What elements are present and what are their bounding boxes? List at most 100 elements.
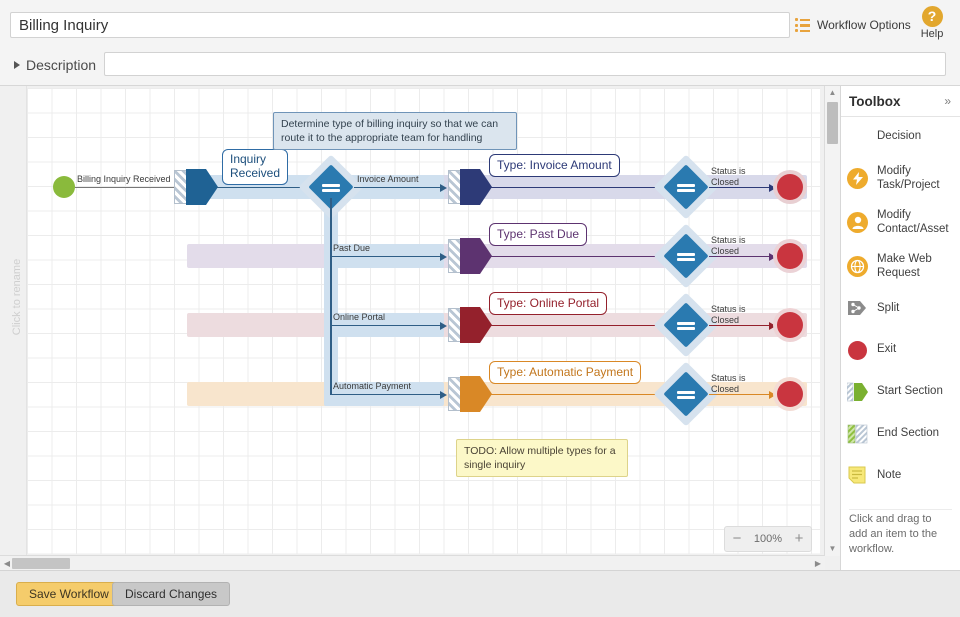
start-section-callout[interactable]: Inquiry Received [222,149,288,185]
footer-bar: Save Workflow Discard Changes [0,570,960,617]
note-icon [847,465,869,487]
exit-decision-3[interactable] [663,302,709,348]
description-toggle[interactable]: Description [14,57,96,73]
branch-connector-4 [330,394,442,396]
toolbox-divider [849,509,952,510]
exit-decision-2[interactable] [663,233,709,279]
branch-connector-2 [330,256,442,258]
toolbox-item-label: Make WebRequest [877,253,932,281]
workflow-editor-app: Workflow Options ? Help Description Clic… [0,0,960,617]
branch-arrowhead-3 [440,322,447,330]
toolbox-hint: Click and drag to add an item to the wor… [841,512,960,557]
branch-arrowhead-4 [440,391,447,399]
canvas-vertical-scrollbar[interactable]: ▲ ▼ [824,86,840,556]
toolbox-item-split[interactable]: Split [841,289,960,329]
toolbox-item-note[interactable]: Note [841,455,960,497]
exit-dot-3 [777,312,803,338]
branch-label-4: Automatic Payment [333,381,411,391]
exit-cond-l2: Closed [711,315,746,326]
discard-changes-button[interactable]: Discard Changes [112,582,230,606]
canvas-grid[interactable]: Billing Inquiry Received Inquiry Receive… [27,88,820,554]
start-section-pennant[interactable] [186,169,218,205]
split-icon [847,298,869,320]
section-pennant-2[interactable] [460,238,492,274]
branch-arrowhead-2 [440,253,447,261]
toolbox-title: Toolbox [849,94,901,109]
horizontal-scroll-thumb[interactable] [12,558,70,569]
toolbox-header: Toolbox » [841,86,960,117]
start-edge-label: Billing Inquiry Received [77,174,171,184]
toolbox-item-start-section[interactable]: Start Section [841,371,960,413]
toolbox-item-end-section[interactable]: End Section [841,413,960,455]
exit-cond-l2: Closed [711,246,746,257]
exit-dot-4 [777,381,803,407]
exit-cond-l2: Closed [711,177,746,188]
exit-cond-l1: Status is [711,235,746,246]
toolbox-item-decision[interactable]: Decision [841,117,960,157]
exit-decision-4[interactable] [663,371,709,417]
canvas-horizontal-scrollbar[interactable]: ◀ ▶ [0,555,825,571]
workflow-options-label: Workflow Options [817,18,911,32]
exit-dot-1 [777,174,803,200]
branch-label-1: Invoice Amount [357,174,419,184]
workflow-title-input[interactable] [10,12,790,38]
toolbox-item-label: Start Section [877,385,943,399]
toolbox-item-label: Decision [877,130,921,144]
workflow-options-button[interactable]: Workflow Options [795,14,911,36]
vertical-scroll-thumb[interactable] [827,102,838,144]
toolbox-item-make-web-request[interactable]: Make WebRequest [841,245,960,289]
section-pennant-4[interactable] [460,376,492,412]
toolbox-item-modify-contact-asset[interactable]: ModifyContact/Asset [841,201,960,245]
list-icon [795,18,810,32]
equals-icon [322,182,340,194]
exit-node-2[interactable] [773,239,807,273]
exit-node-1[interactable] [773,170,807,204]
toolbox-item-label: Exit [877,343,896,357]
exit-condition-label-2: Status is Closed [711,235,746,258]
section-pennant-1[interactable] [460,169,492,205]
toolbox-item-label: ModifyTask/Project [877,165,940,193]
exit-condition-label-3: Status is Closed [711,304,746,327]
save-workflow-button[interactable]: Save Workflow [16,582,122,606]
start-section-icon [847,381,869,403]
collapse-panel-icon[interactable]: » [944,94,951,108]
scroll-up-arrow-icon[interactable]: ▲ [825,86,840,100]
exit-cond-l1: Status is [711,166,746,177]
branch-label-3: Online Portal [333,312,385,322]
toolbox-item-modify-task-project[interactable]: ModifyTask/Project [841,157,960,201]
scroll-right-arrow-icon[interactable]: ▶ [811,556,825,571]
zoom-in-button[interactable]: + [787,528,811,550]
zoom-out-button[interactable]: − [725,528,749,550]
exit-cond-l2: Closed [711,384,746,395]
help-label: Help [915,28,949,40]
description-input[interactable] [104,52,946,76]
equals-icon [677,251,695,263]
section-callout-3[interactable]: Type: Online Portal [489,292,607,315]
section-callout-1[interactable]: Type: Invoice Amount [489,154,620,177]
scroll-down-arrow-icon[interactable]: ▼ [825,542,840,556]
help-button[interactable]: ? Help [915,6,949,40]
section-callout-4[interactable]: Type: Automatic Payment [489,361,641,384]
start-node[interactable] [53,176,75,198]
yellow-note[interactable]: TODO: Allow multiple types for a single … [456,439,628,477]
start-callout-line-2: Received [230,167,280,181]
toolbox-item-exit[interactable]: Exit [841,329,960,371]
row-connector-2 [490,256,662,258]
toolbox-panel: Toolbox » Decision ModifyTask/Project [841,86,960,571]
exit-decision-1[interactable] [663,164,709,210]
section-rename-strip[interactable]: Click to rename [0,86,27,556]
exit-node-3[interactable] [773,308,807,342]
branch-connector-1 [354,187,442,189]
section-callout-2[interactable]: Type: Past Due [489,223,587,246]
zoom-control[interactable]: − 100% + [724,526,812,552]
toolbox-item-label: Note [877,469,901,483]
section-pennant-3[interactable] [460,307,492,343]
row-connector-1 [490,187,662,189]
exit-node-4[interactable] [773,377,807,411]
blue-note[interactable]: Determine type of billing inquiry so tha… [273,112,517,150]
exit-circle-icon [847,339,869,361]
toolbox-item-label: Split [877,302,899,316]
header-bar: Workflow Options ? Help [0,0,960,48]
workflow-canvas[interactable]: Click to rename Billing Inquiry Received [0,86,841,571]
exit-condition-label-1: Status is Closed [711,166,746,189]
